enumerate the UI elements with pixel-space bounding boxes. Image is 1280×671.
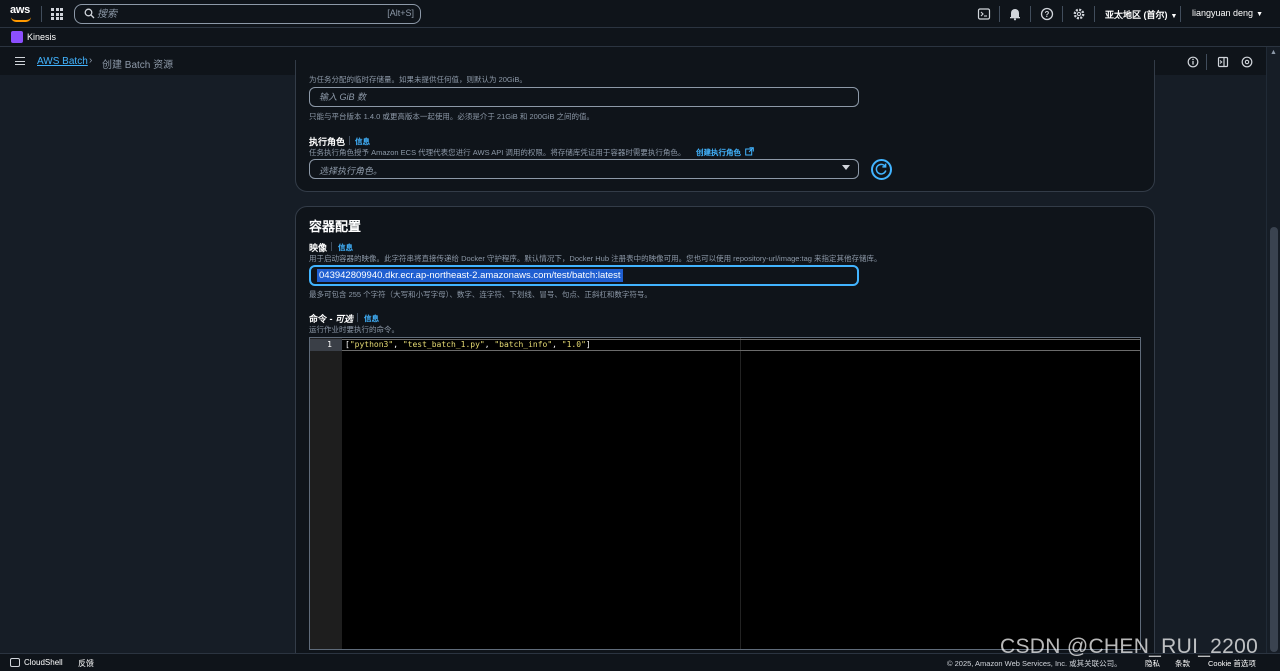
scroll-up-icon[interactable]: ▲ xyxy=(1270,49,1277,56)
search-box[interactable]: [Alt+S] xyxy=(74,4,421,24)
copyright-text: © 2025, Amazon Web Services, Inc. 或其关联公司… xyxy=(947,659,1122,668)
image-info-link[interactable]: 信息 xyxy=(338,242,353,253)
watermark: CSDN @CHEN_RUI_2200 xyxy=(1000,635,1259,658)
storage-constraint: 只能与平台版本 1.4.0 或更高版本一起使用。必须是介于 21GiB 和 20… xyxy=(309,112,595,121)
nav-divider xyxy=(1030,6,1031,22)
refresh-button[interactable] xyxy=(871,159,892,180)
nav-divider xyxy=(999,6,1000,22)
region-label: 亚太地区 (首尔) xyxy=(1105,10,1168,20)
cloudshell-icon[interactable] xyxy=(977,7,991,21)
nav-divider xyxy=(1062,6,1063,22)
user-name: liangyuan deng xyxy=(1192,8,1254,18)
export-panel-icon[interactable] xyxy=(1217,56,1229,68)
search-input[interactable] xyxy=(97,7,357,21)
create-execution-role-link[interactable]: 创建执行角色 xyxy=(696,147,754,158)
command-hint: 运行作业时要执行的命令。 xyxy=(309,325,399,334)
cookie-preferences-link[interactable]: Cookie 首选项 xyxy=(1208,658,1256,669)
code-token: , xyxy=(484,340,495,349)
info-divider xyxy=(349,136,350,145)
storage-hint: 为任务分配的临时存储量。如果未提供任何值，则默认为 20GiB。 xyxy=(309,75,527,84)
search-shortcut: [Alt+S] xyxy=(387,8,414,18)
execution-role-hint: 任务执行角色授予 Amazon ECS 代理代表您进行 AWS API 调用的权… xyxy=(309,148,686,157)
execution-role-placeholder: 选择执行角色。 xyxy=(319,166,383,176)
code-token: , xyxy=(393,340,403,349)
command-code-editor[interactable]: 1 ["python3", "test_batch_1.py", "batch_… xyxy=(309,337,1141,650)
refresh-icon xyxy=(875,163,887,175)
image-hint: 用于启动容器的映像。此字符串将直接传递给 Docker 守护程序。默认情况下，D… xyxy=(309,254,882,263)
nav-divider xyxy=(1094,6,1095,22)
image-input[interactable]: 043942809940.dkr.ecr.ap-northeast-2.amaz… xyxy=(309,265,859,286)
search-icon xyxy=(84,8,95,19)
code-token: "1.0" xyxy=(561,340,586,349)
storage-gib-input[interactable] xyxy=(309,87,859,107)
chevron-right-icon: › xyxy=(89,55,93,66)
command-info-link[interactable]: 信息 xyxy=(364,313,379,324)
breadcrumb-current: 创建 Batch 资源 xyxy=(102,60,174,71)
grid-icon[interactable] xyxy=(51,8,63,20)
breadcrumb-aws-batch[interactable]: AWS Batch xyxy=(37,56,88,67)
gear-icon[interactable] xyxy=(1072,7,1086,21)
section-title: 容器配置 xyxy=(309,219,362,234)
favorites-bar: Kinesis xyxy=(0,28,1280,47)
region-selector[interactable]: 亚太地区 (首尔) ▼ xyxy=(1105,8,1177,21)
code-token: , xyxy=(552,340,562,349)
code-token: "python3" xyxy=(349,340,394,349)
code-token: "test_batch_1.py" xyxy=(402,340,485,349)
image-value: 043942809940.dkr.ecr.ap-northeast-2.amaz… xyxy=(317,269,623,282)
user-menu[interactable]: liangyuan deng ▼ xyxy=(1192,8,1263,18)
page-scrollbar[interactable]: ▲ xyxy=(1266,47,1280,653)
editor-print-margin xyxy=(740,338,741,649)
info-divider xyxy=(331,242,332,251)
command-label-text: 命令 - xyxy=(309,314,335,324)
code-line[interactable]: ["python3", "test_batch_1.py", "batch_in… xyxy=(345,340,591,349)
cloudshell-icon[interactable] xyxy=(10,658,20,667)
terms-link[interactable]: 条款 xyxy=(1175,658,1190,669)
kinesis-icon[interactable] xyxy=(11,31,23,43)
image-constraint: 最多可包含 255 个字符（大写和小写字母）、数字、连字符、下划线、冒号、句点、… xyxy=(309,290,652,299)
feedback-icon[interactable] xyxy=(1241,56,1253,68)
nav-divider xyxy=(1206,54,1207,70)
svg-text:?: ? xyxy=(1045,10,1050,19)
privacy-link[interactable]: 隐私 xyxy=(1145,658,1160,669)
gutter-active-line xyxy=(310,339,342,351)
caret-down-icon: ▼ xyxy=(1256,11,1263,18)
feedback-link[interactable]: 反馈 xyxy=(78,658,94,669)
code-token: ] xyxy=(585,340,591,349)
caret-down-icon: ▼ xyxy=(1170,13,1178,20)
help-icon[interactable]: ? xyxy=(1040,7,1054,21)
aws-logo-text: aws xyxy=(10,4,30,16)
cloudshell-link[interactable]: CloudShell xyxy=(24,658,63,667)
external-link-icon xyxy=(745,147,754,156)
execution-role-select[interactable]: 选择执行角色。 xyxy=(309,159,859,179)
service-shortcut-kinesis[interactable]: Kinesis xyxy=(27,32,56,42)
aws-logo[interactable]: aws xyxy=(10,4,34,24)
nav-divider xyxy=(1180,6,1181,22)
scrollbar-thumb[interactable] xyxy=(1270,227,1278,652)
line-number: 1 xyxy=(327,340,332,349)
command-optional: 可选 xyxy=(335,314,354,324)
info-icon[interactable] xyxy=(1187,56,1199,68)
bell-icon[interactable] xyxy=(1008,7,1022,21)
code-token: "batch_info" xyxy=(494,340,553,349)
top-navigation: aws [Alt+S] ? 亚太地区 (首尔)▼ liangyuan deng▼ xyxy=(0,0,1280,28)
editor-gutter: 1 xyxy=(310,338,342,649)
create-role-text: 创建执行角色 xyxy=(696,148,741,157)
info-divider xyxy=(357,313,358,322)
caret-down-icon xyxy=(842,165,850,170)
nav-divider xyxy=(41,6,42,22)
menu-icon[interactable] xyxy=(15,57,25,65)
execution-role-info-link[interactable]: 信息 xyxy=(355,136,370,147)
